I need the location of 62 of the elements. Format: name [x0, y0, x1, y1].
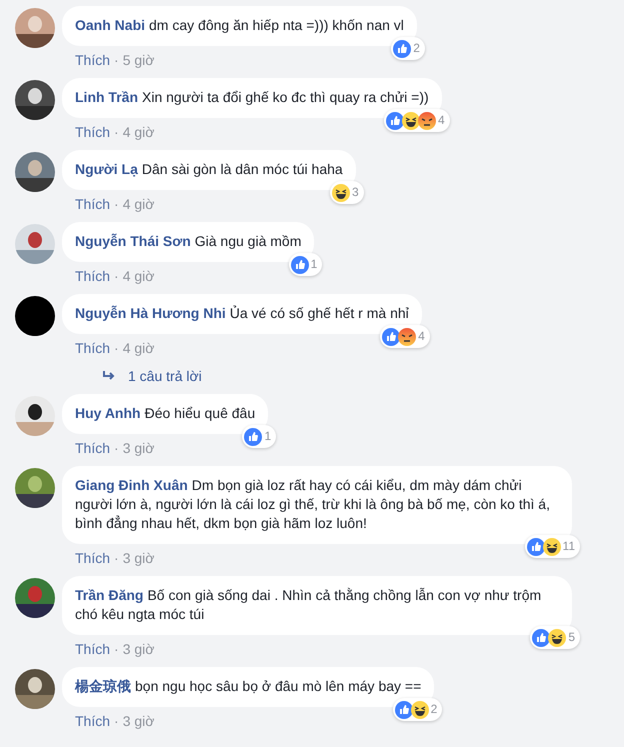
angry-face-icon: [418, 112, 436, 130]
reaction-summary[interactable]: 5: [530, 626, 580, 649]
separator-dot: ·: [114, 196, 119, 212]
like-link[interactable]: Thích: [75, 340, 110, 356]
comment-time[interactable]: 4 giờ: [122, 268, 154, 284]
laughing-face-icon: [410, 700, 429, 718]
laughing-face-icon: [402, 112, 420, 130]
comment-time[interactable]: 4 giờ: [122, 124, 154, 140]
thumbs-up-icon: [386, 112, 404, 130]
separator-dot: ·: [114, 550, 119, 566]
like-link[interactable]: Thích: [75, 641, 110, 657]
comment-text: Trần Đăng Bố con già sống dai . Nhìn cả thằng chồng lẫn con vợ như trộm chó kêu ngta móc túi: [75, 587, 542, 622]
like-link[interactable]: Thích: [75, 196, 110, 212]
like-link[interactable]: Thích: [75, 52, 110, 68]
reaction-summary[interactable]: 4: [380, 325, 430, 348]
comment-text: Nguyễn Hà Hương Nhi Ủa vé có số ghế hết r mà nhỉ: [75, 305, 409, 321]
reaction-summary[interactable]: 4: [384, 109, 450, 132]
separator-dot: ·: [114, 52, 119, 68]
comment-text: Giang Đinh Xuân Dm bọn già loz rất hay có cái kiểu, dm mày dám chửi người lớn à, người lớn là cái loz gì thế, trừ khi là ông bà bố mẹ, còn ko thì á, bình đẳng nhau hết, dkm bọn già hãm loz luôn!: [75, 477, 550, 531]
reaction-summary[interactable]: 11: [524, 535, 580, 558]
angry-face-icon: [398, 328, 416, 346]
reply-arrow-icon: [102, 370, 116, 382]
separator-dot: ·: [114, 440, 119, 456]
separator-dot: ·: [114, 641, 119, 657]
replies-link[interactable]: 1 câu trả lời: [102, 368, 202, 384]
comment-text: Người Lạ Dân sài gòn là dân móc túi haha: [75, 161, 343, 177]
reaction-summary[interactable]: 1: [242, 425, 276, 448]
separator-dot: ·: [114, 268, 119, 284]
separator-dot: ·: [114, 713, 119, 729]
separator-dot: ·: [114, 340, 119, 356]
reaction-summary[interactable]: 1: [288, 253, 322, 276]
like-link[interactable]: Thích: [75, 713, 110, 729]
comment-time[interactable]: 3 giờ: [122, 550, 154, 566]
like-link[interactable]: Thích: [75, 124, 110, 140]
reaction-summary[interactable]: 2: [391, 37, 425, 60]
like-link[interactable]: Thích: [75, 268, 110, 284]
comment-text: Nguyễn Thái Sơn Già ngu già mồm: [75, 233, 302, 249]
comment-text: Huy Anhh Đéo hiểu quê đâu: [75, 405, 256, 421]
thumbs-up-icon: [393, 40, 412, 58]
comment-time[interactable]: 4 giờ: [122, 196, 154, 212]
thumbs-up-icon: [382, 328, 400, 346]
comment-time[interactable]: 3 giờ: [122, 440, 154, 456]
comment-text: 楊金琼俄 bọn ngu học sâu bọ ở đâu mò lên máy bay ==: [75, 678, 422, 694]
separator-dot: ·: [114, 124, 119, 140]
reaction-summary[interactable]: 2: [392, 698, 442, 721]
thumbs-up-icon: [526, 538, 545, 556]
laughing-face-icon: [332, 184, 350, 202]
like-link[interactable]: Thích: [75, 550, 110, 566]
laughing-face-icon: [542, 538, 561, 556]
thumbs-up-icon: [244, 428, 262, 446]
like-link[interactable]: Thích: [75, 440, 110, 456]
thumbs-up-icon: [290, 256, 309, 274]
comment-time[interactable]: 3 giờ: [122, 713, 154, 729]
comment-time[interactable]: 5 giờ: [122, 52, 154, 68]
reaction-summary[interactable]: 3: [330, 181, 364, 204]
comment-time[interactable]: 3 giờ: [122, 641, 154, 657]
comment-text: Oanh Nabi dm cay đông ăn hiếp nta =))) khốn nan vl: [75, 17, 404, 33]
thumbs-up-icon: [532, 628, 550, 646]
thumbs-up-icon: [394, 700, 413, 718]
comment-time[interactable]: 4 giờ: [122, 340, 154, 356]
comment-text: Linh Trần Xin người ta đổi ghế ko đc thì quay ra chửi =)): [75, 89, 429, 105]
laughing-face-icon: [548, 628, 566, 646]
